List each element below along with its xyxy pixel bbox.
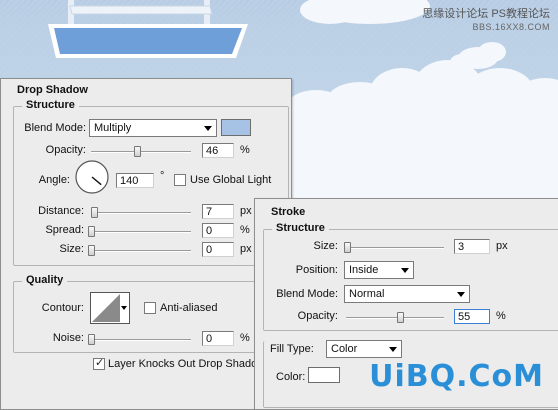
spread-input[interactable]: 0 <box>202 223 234 238</box>
watermark-bottom: UiBQ.CoM <box>369 359 544 394</box>
use-global-light-checkbox[interactable] <box>174 174 186 186</box>
spread-slider-thumb[interactable] <box>88 226 95 237</box>
distance-slider[interactable] <box>91 207 191 218</box>
size-slider-thumb[interactable] <box>88 245 95 256</box>
layer-knocks-out-checkbox[interactable] <box>93 356 105 370</box>
stroke-color-swatch[interactable] <box>308 367 340 383</box>
stroke-opacity-input[interactable]: 55 <box>454 309 490 324</box>
size-unit: px <box>240 243 252 255</box>
distance-label: Distance: <box>38 205 84 217</box>
stroke-title: Stroke <box>271 206 306 218</box>
blend-mode-value: Multiply <box>94 122 132 134</box>
stroke-opacity-unit: % <box>496 310 506 322</box>
stroke-opacity-label: Opacity: <box>297 310 338 322</box>
contour-picker[interactable] <box>90 292 130 324</box>
fill-type-select[interactable]: Color <box>326 340 402 358</box>
noise-input[interactable]: 0 <box>202 331 234 346</box>
opacity-slider[interactable] <box>91 146 191 157</box>
stroke-size-label: Size: <box>313 240 338 252</box>
stroke-size-slider[interactable] <box>343 242 444 253</box>
fill-type-value: Color <box>331 343 358 355</box>
spread-label: Spread: <box>45 224 84 236</box>
stroke-size-slider-thumb[interactable] <box>343 242 351 253</box>
size-label: Size: <box>59 243 84 255</box>
position-select[interactable]: Inside <box>344 261 414 279</box>
opacity-unit: % <box>240 144 250 156</box>
drop-shadow-structure-group: Structure Blend Mode: Multiply Opacity: … <box>13 99 289 266</box>
stroke-size-unit: px <box>496 240 508 252</box>
stroke-size-input[interactable]: 3 <box>454 239 490 254</box>
contour-preview-icon <box>92 294 120 322</box>
distance-slider-thumb[interactable] <box>91 207 98 218</box>
quality-group: Quality Contour: Anti-aliased Noise: 0 % <box>13 274 289 353</box>
shadow-color-swatch[interactable] <box>221 119 251 136</box>
angle-dial[interactable] <box>74 159 110 195</box>
fill-type-label: Fill Type: <box>270 343 314 355</box>
noise-unit: % <box>240 332 250 344</box>
drop-shadow-title: Drop Shadow <box>17 84 88 96</box>
drop-shadow-panel: Drop Shadow Structure Blend Mode: Multip… <box>0 78 292 410</box>
size-slider[interactable] <box>88 245 191 256</box>
size-input[interactable]: 0 <box>202 242 234 257</box>
contour-label: Contour: <box>41 302 84 314</box>
noise-label: Noise: <box>52 332 84 344</box>
watermark-top: 思缘设计论坛 PS教程论坛 BBS.16XX8.COM <box>422 8 550 32</box>
quality-title: Quality <box>22 274 68 286</box>
angle-input[interactable]: 140 <box>116 173 154 188</box>
stroke-structure-group: Structure Size: 3 px Position: Inside Bl… <box>263 222 558 331</box>
chevron-down-icon <box>204 126 212 131</box>
anti-aliased-checkbox[interactable] <box>144 302 156 314</box>
blend-mode-label: Blend Mode: <box>24 122 86 134</box>
chevron-down-icon <box>121 306 127 310</box>
position-value: Inside <box>349 264 379 276</box>
stroke-blend-mode-label: Blend Mode: <box>276 288 338 300</box>
anti-aliased-label: Anti-aliased <box>160 302 218 314</box>
stroke-blend-mode-value: Normal <box>349 288 385 300</box>
stroke-blend-mode-select[interactable]: Normal <box>344 285 470 303</box>
noise-slider[interactable] <box>88 334 191 345</box>
degree-unit: ° <box>160 170 165 182</box>
chevron-down-icon <box>401 268 409 273</box>
use-global-light-label: Use Global Light <box>190 174 272 186</box>
opacity-input[interactable]: 46 <box>202 143 234 158</box>
opacity-slider-thumb[interactable] <box>134 146 141 157</box>
stroke-opacity-slider[interactable] <box>346 312 444 323</box>
stroke-opacity-slider-thumb[interactable] <box>396 312 404 323</box>
spread-unit: % <box>240 224 250 236</box>
color-label: Color: <box>276 371 306 383</box>
angle-label: Angle: <box>38 174 70 186</box>
chevron-down-icon <box>389 347 397 352</box>
layer-knocks-out-label: Layer Knocks Out Drop Shadow <box>108 358 266 370</box>
distance-input[interactable]: 7 <box>202 204 234 219</box>
spread-slider[interactable] <box>88 226 191 237</box>
blend-mode-select[interactable]: Multiply <box>89 119 217 137</box>
chevron-down-icon <box>457 292 465 297</box>
stroke-structure-title: Structure <box>272 222 329 234</box>
opacity-label: Opacity: <box>45 144 86 156</box>
noise-slider-thumb[interactable] <box>88 334 95 345</box>
structure-title: Structure <box>22 99 79 111</box>
position-label: Position: <box>295 264 338 276</box>
distance-unit: px <box>240 205 252 217</box>
